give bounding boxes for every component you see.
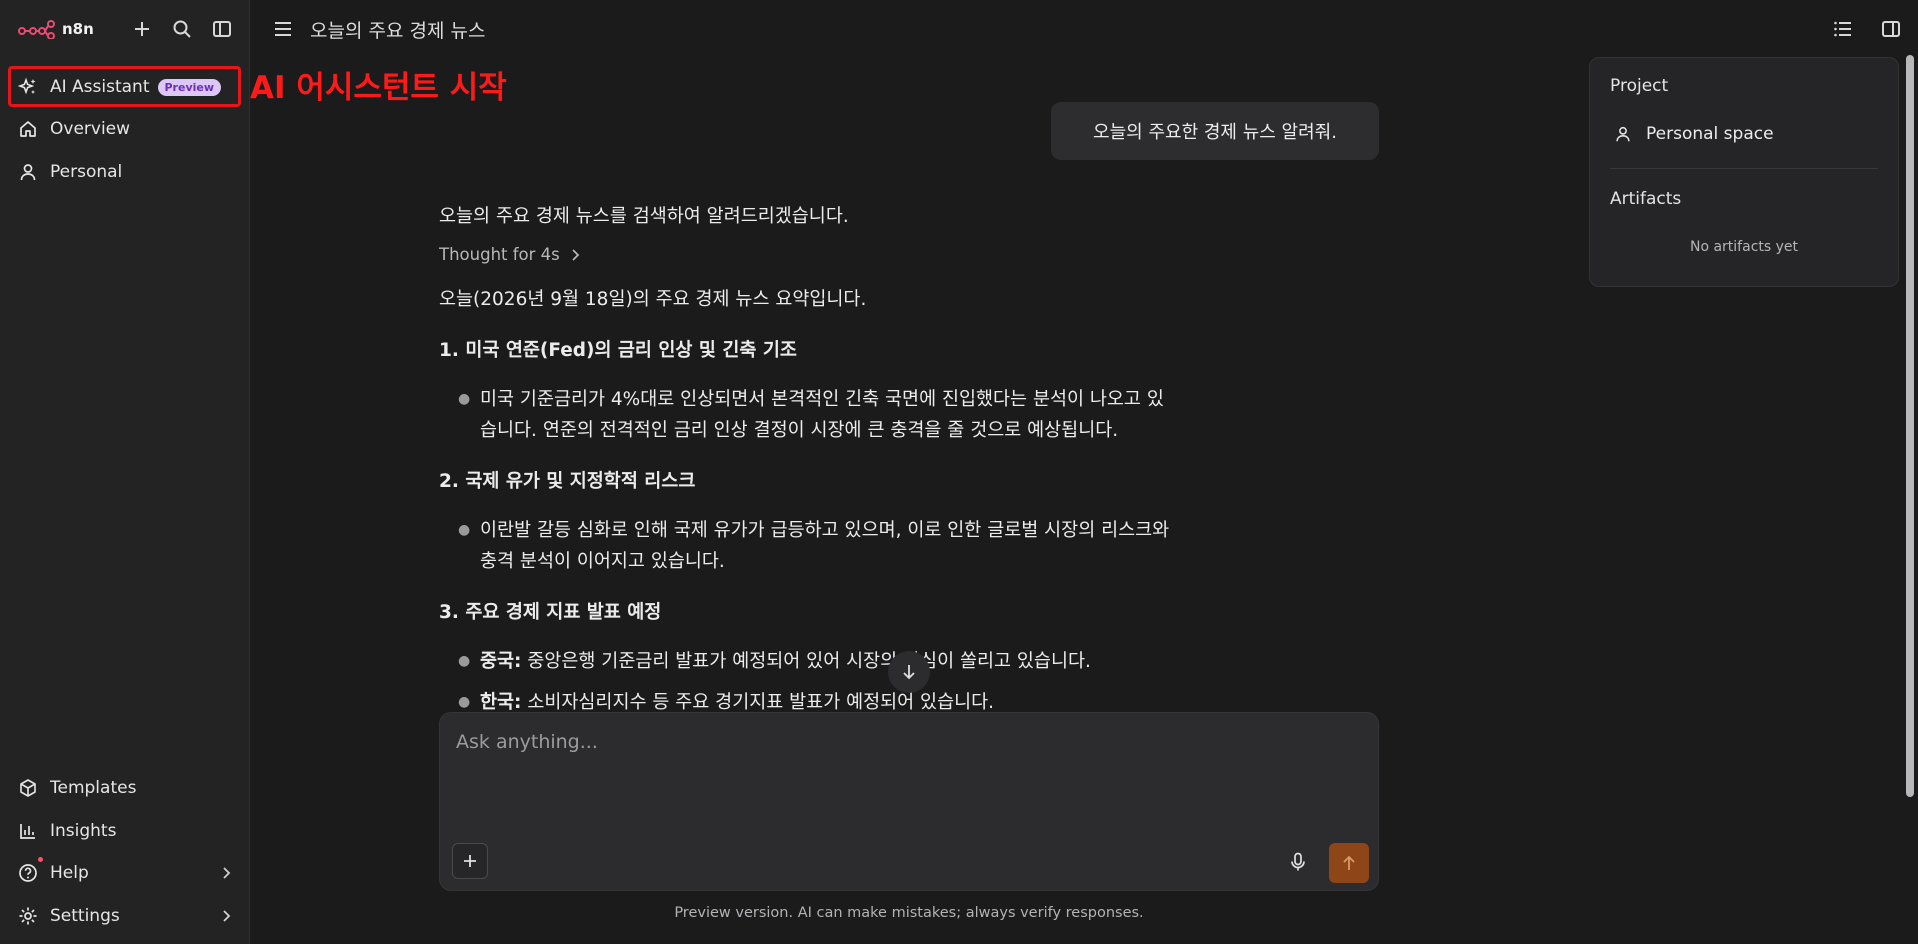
menu-button[interactable] [270,16,296,42]
sidebar-item-help[interactable]: Help [10,854,238,892]
project-heading: Project [1610,76,1669,96]
chevron-right-icon [572,248,579,261]
thought-label: Thought for 4s [439,245,560,264]
bullet-label: 한국: [480,692,522,713]
section-heading: 1. 미국 연준(Fed)의 금리 인상 및 긴축 기조 [439,340,797,361]
bullet-line: 충격 분석이 이어지고 있습니다. [480,551,725,572]
list-icon [1834,21,1851,37]
panel-right-icon [1882,21,1900,37]
disclaimer-text: Preview version. AI can make mistakes; a… [674,905,1144,921]
page-title: 오늘의 주요 경제 뉴스 [310,19,486,42]
search-button[interactable] [169,16,195,42]
outline-button[interactable] [1830,16,1856,42]
collapse-sidebar-button[interactable] [209,16,235,42]
chat-composer [439,712,1379,891]
section-heading: 2. 국제 유가 및 지정학적 리스크 [439,471,696,492]
voice-input-button[interactable] [1283,847,1313,877]
sidebar-item-insights[interactable]: Insights [10,812,238,850]
chat-header: 오늘의 주요 경제 뉴스 [251,0,1918,58]
thought-toggle[interactable]: Thought for 4s [439,245,580,264]
personal-label: Personal [50,162,123,182]
annotation-text: AI 어시스턴트 시작 [250,70,507,106]
scrollbar[interactable] [1906,55,1914,797]
plus-icon [135,22,149,36]
bullet-label: 중국: [480,651,522,672]
assistant-intro: 오늘의 주요 경제 뉴스를 검색하여 알려드리겠습니다. [439,206,849,227]
sidebar-item-settings[interactable]: Settings [10,897,238,935]
attach-button[interactable] [452,843,488,879]
user-icon [1616,126,1630,142]
user-icon [20,164,36,181]
overview-label: Overview [50,119,131,139]
personal-space-link[interactable]: Personal space [1614,124,1774,144]
section-heading: 3. 주요 경제 지표 발표 예정 [439,602,662,623]
bullet-line: 이란발 갈등 심화로 인해 국제 유가가 급등하고 있으며, 이로 인한 글로벌… [480,520,1170,541]
arrow-up-icon [1343,855,1355,870]
sidebar-top: n8n [18,12,235,46]
artifacts-heading: Artifacts [1610,189,1682,209]
bar-chart-icon [20,824,35,839]
bullet: ● [458,391,471,407]
panel-divider [1610,168,1878,169]
sidebar-item-overview[interactable]: Overview [10,110,238,148]
send-button[interactable] [1329,843,1369,883]
artifacts-empty-state: No artifacts yet [1689,239,1799,255]
hamburger-icon [275,22,291,36]
gear-icon [19,907,37,925]
list-item: ● 중국: 중앙은행 기준금리 발표가 예정되어 있어 시장의 관심이 쏠리고 … [458,646,1288,677]
bullet-line: 습니다. 연준의 전격적인 금리 인상 결정이 시장에 큰 충격을 줄 것으로 … [480,420,1119,441]
box-icon [20,779,36,797]
bullet-line: 미국 기준금리가 4%대로 인상되면서 본격적인 긴축 국면에 진입했다는 분석… [480,389,1164,410]
highlight-box [8,66,241,107]
sidebar-item-templates[interactable]: Templates [10,769,238,807]
plus-icon [464,855,476,867]
templates-label: Templates [50,778,137,798]
help-label: Help [50,863,89,883]
list-item: ● 이란발 갈등 심화로 인해 국제 유가가 급등하고 있으며, 이로 인한 글… [458,515,1288,577]
bullet: ● [458,653,471,669]
n8n-logo-icon [18,20,55,39]
scroll-to-bottom-button[interactable] [888,651,930,693]
settings-label: Settings [50,906,120,926]
bullet-text: 소비자심리지수 등 주요 경기지표 발표가 예정되어 있습니다. [527,692,995,713]
sidebar: n8n AI Assistant Preview Overview Person… [0,0,250,944]
list-item: ● 미국 기준금리가 4%대로 인상되면서 본격적인 긴축 국면에 진입했다는 … [458,384,1288,446]
project-panel: Project Personal space Artifacts No arti… [1589,57,1899,287]
notification-dot [38,857,43,862]
personal-space-label: Personal space [1646,124,1774,144]
arrow-down-icon [903,665,915,680]
chat-input[interactable] [456,731,1356,753]
home-icon [20,121,36,137]
sidebar-item-personal[interactable]: Personal [10,153,238,191]
summary-text: 오늘(2026년 9월 18일)의 주요 경제 뉴스 요약입니다. [439,289,867,310]
help-circle-icon [19,864,37,882]
chevron-right-icon [223,867,231,879]
search-icon [173,20,191,38]
n8n-logo[interactable]: n8n [18,19,94,39]
bullet-text: 중앙은행 기준금리 발표가 예정되어 있어 시장의 관심이 쏠리고 있습니다. [527,651,1091,672]
bullet: ● [458,522,471,538]
chevron-right-icon [223,910,231,922]
user-message: 오늘의 주요한 경제 뉴스 알려줘. [1051,102,1379,160]
sidebar-toggle-icon [213,21,231,37]
logo-text: n8n [62,20,94,38]
microphone-icon [1291,852,1305,871]
toggle-panel-button[interactable] [1878,16,1904,42]
new-button[interactable] [129,16,155,42]
insights-label: Insights [50,821,117,841]
